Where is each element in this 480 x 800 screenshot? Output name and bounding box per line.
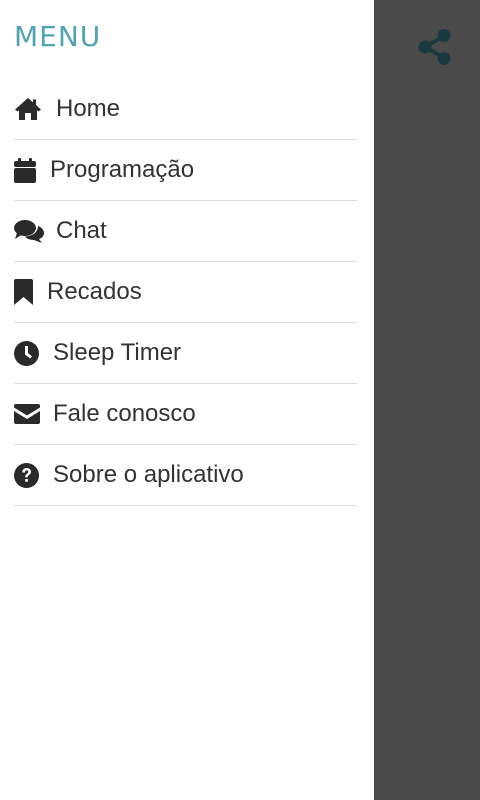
question-circle-icon xyxy=(14,460,44,490)
clock-icon xyxy=(14,338,44,368)
menu-item-home[interactable]: Home xyxy=(14,79,357,140)
home-icon xyxy=(14,94,44,124)
menu-title: MENU xyxy=(14,20,102,53)
menu-item-label: Fale conosco xyxy=(53,400,196,427)
menu-item-label: Sleep Timer xyxy=(53,339,182,366)
menu-item-label: Sobre o aplicativo xyxy=(53,461,244,488)
calendar-icon xyxy=(14,155,40,185)
share-button[interactable] xyxy=(416,28,454,66)
bookmark-icon xyxy=(14,277,37,307)
menu-item-label: Programação xyxy=(50,156,195,183)
navigation-drawer: MENU Home Programação Chat Recados Sleep… xyxy=(0,0,374,800)
comments-icon xyxy=(14,216,44,246)
menu-item-label: Recados xyxy=(47,278,142,305)
menu-item-sleep-timer[interactable]: Sleep Timer xyxy=(14,323,357,384)
menu-item-recados[interactable]: Recados xyxy=(14,262,357,323)
menu-item-fale-conosco[interactable]: Fale conosco xyxy=(14,384,357,445)
menu-item-label: Chat xyxy=(56,217,107,244)
menu-item-label: Home xyxy=(56,95,121,122)
envelope-icon xyxy=(14,399,44,429)
menu-item-sobre[interactable]: Sobre o aplicativo xyxy=(14,445,357,506)
app-screen: MENU Home Programação Chat Recados Sleep… xyxy=(0,0,480,800)
share-icon xyxy=(418,29,451,65)
menu-list: Home Programação Chat Recados Sleep Time… xyxy=(14,79,357,506)
menu-item-programacao[interactable]: Programação xyxy=(14,140,357,201)
menu-item-chat[interactable]: Chat xyxy=(14,201,357,262)
